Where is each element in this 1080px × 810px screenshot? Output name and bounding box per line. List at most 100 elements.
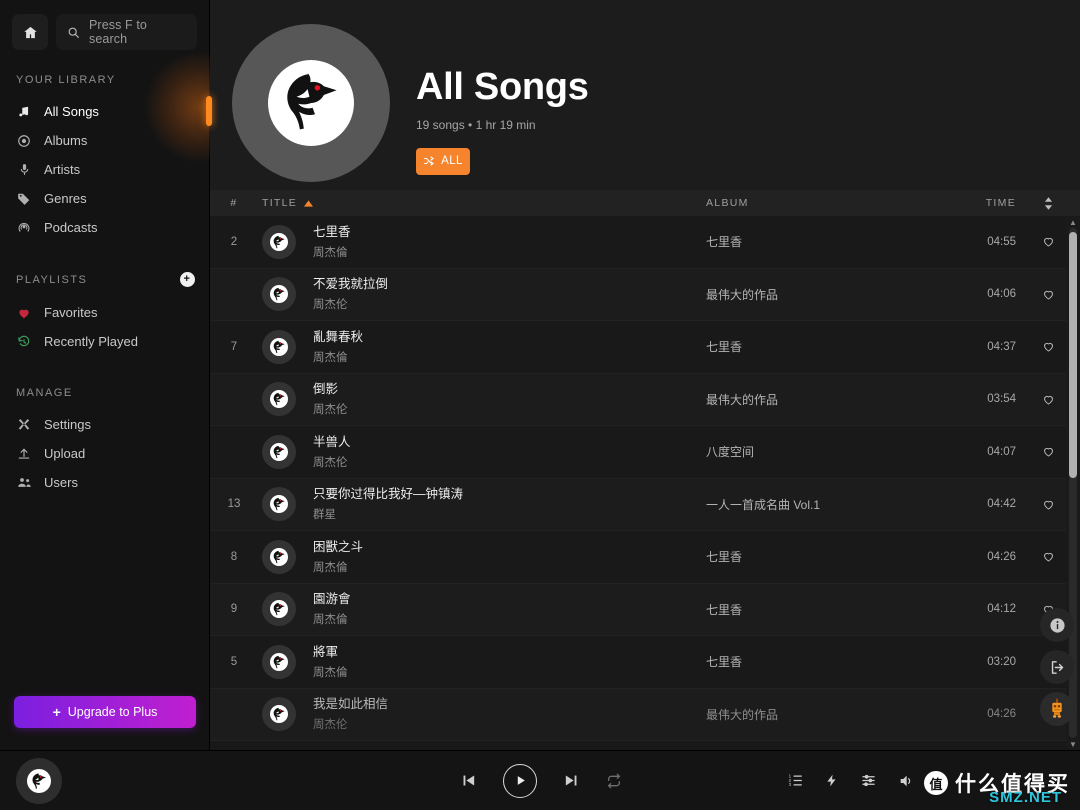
info-button[interactable] bbox=[1040, 608, 1074, 642]
mascot-button[interactable] bbox=[1040, 692, 1074, 726]
table-row[interactable]: 5 將軍 周杰倫 七里香 03:20 bbox=[210, 636, 1080, 689]
song-list[interactable]: 2 七里香 周杰倫 七里香 04:55 不爱我就拉倒 周杰伦 最伟大的作品 04:06 7 亂舞春秋… bbox=[210, 216, 1080, 750]
play-button[interactable] bbox=[503, 763, 537, 798]
disc-icon bbox=[16, 134, 32, 148]
shuffle-icon bbox=[423, 155, 435, 167]
equalizer-icon bbox=[861, 773, 876, 788]
repeat-icon bbox=[606, 773, 622, 789]
song-title: 園游會 bbox=[313, 592, 351, 607]
table-row[interactable]: 半兽人 周杰伦 八度空间 04:07 bbox=[210, 426, 1080, 479]
sidebar-item-users[interactable]: Users bbox=[0, 468, 209, 497]
bird-logo-icon bbox=[270, 232, 288, 251]
sidebar-item-label: Users bbox=[44, 475, 78, 490]
table-row[interactable]: 9 園游會 周杰倫 七里香 04:12 bbox=[210, 583, 1080, 636]
play-icon bbox=[514, 774, 527, 787]
search-input[interactable]: Press F to search bbox=[56, 14, 197, 50]
sidebar-item-genres[interactable]: Genres bbox=[0, 184, 209, 213]
song-artist: 周杰倫 bbox=[313, 561, 348, 574]
heart-outline-icon bbox=[1042, 235, 1055, 248]
sidebar-item-podcasts[interactable]: Podcasts bbox=[0, 213, 209, 242]
home-button[interactable] bbox=[12, 14, 48, 50]
scrollbar-thumb[interactable] bbox=[1069, 232, 1077, 478]
column-header-time[interactable]: TIME bbox=[946, 197, 1016, 209]
manage-nav: Settings Upload Users bbox=[0, 410, 209, 497]
tag-icon bbox=[16, 192, 32, 206]
library-section-label: YOUR LIBRARY bbox=[16, 74, 116, 86]
song-album: 七里香 bbox=[706, 655, 743, 670]
bird-logo-icon bbox=[270, 337, 288, 356]
column-header-title[interactable]: TITLE bbox=[258, 197, 706, 209]
heart-outline-icon bbox=[1042, 393, 1055, 406]
playlists-section-label: PLAYLISTS + bbox=[0, 272, 209, 287]
repeat-button[interactable] bbox=[606, 773, 622, 789]
song-title: 只要你过得比我好—钟镇涛 bbox=[313, 487, 464, 502]
song-duration: 04:06 bbox=[987, 288, 1016, 301]
column-header-number[interactable]: # bbox=[210, 197, 258, 209]
sidebar-resize-handle[interactable] bbox=[206, 96, 212, 126]
row-title-cell: 不爱我就拉倒 周杰伦 bbox=[300, 276, 706, 312]
svg-text:3: 3 bbox=[789, 782, 792, 787]
column-header-album[interactable]: ALBUM bbox=[706, 197, 946, 209]
sidebar-item-favorites[interactable]: Favorites bbox=[0, 298, 209, 327]
robot-mascot-icon bbox=[1047, 698, 1067, 720]
player-utility-controls: 1 2 3 bbox=[788, 773, 914, 789]
row-number: 9 bbox=[230, 603, 238, 616]
table-row[interactable]: 8 困獸之斗 周杰倫 七里香 04:26 bbox=[210, 531, 1080, 584]
bird-logo-icon bbox=[270, 285, 288, 304]
logout-icon bbox=[1049, 659, 1066, 676]
manage-section-label: MANAGE bbox=[16, 387, 73, 399]
info-icon bbox=[1049, 617, 1066, 634]
volume-button[interactable] bbox=[898, 773, 914, 789]
row-title-cell: 半兽人 周杰伦 bbox=[300, 434, 706, 470]
watermark-badge: 值 bbox=[924, 771, 948, 795]
skip-previous-icon bbox=[460, 772, 477, 789]
sidebar-item-all-songs[interactable]: All Songs bbox=[0, 97, 209, 126]
sidebar-item-label: Albums bbox=[44, 133, 88, 148]
table-row[interactable]: 倒影 周杰伦 最伟大的作品 03:54 bbox=[210, 373, 1080, 426]
table-row[interactable]: 13 只要你过得比我好—钟镇涛 群星 一人一首成名曲 Vol.1 04:42 bbox=[210, 478, 1080, 531]
playlist-meta: 19 songs • 1 hr 19 min bbox=[416, 117, 536, 132]
sidebar-item-artists[interactable]: Artists bbox=[0, 155, 209, 184]
sidebar-item-upload[interactable]: Upload bbox=[0, 439, 209, 468]
row-title-cell: 將軍 周杰倫 bbox=[300, 644, 706, 680]
player-bar: 1 2 3 值 什么值得买 SMZ.NET bbox=[0, 750, 1080, 810]
song-title: 倒影 bbox=[313, 382, 339, 397]
scroll-up-arrow[interactable]: ▲ bbox=[1066, 216, 1080, 228]
bird-logo-icon bbox=[270, 600, 288, 619]
next-button[interactable] bbox=[563, 772, 580, 789]
shuffle-all-button[interactable]: ALL bbox=[416, 147, 470, 175]
song-title: 半兽人 bbox=[313, 434, 351, 449]
table-row[interactable]: 2 七里香 周杰倫 七里香 04:55 bbox=[210, 216, 1080, 269]
logout-button[interactable] bbox=[1040, 650, 1074, 684]
table-row[interactable]: 我是如此相信 周杰伦 最伟大的作品 04:26 bbox=[210, 688, 1080, 741]
song-title: 七里香 bbox=[313, 224, 351, 239]
scroll-down-arrow[interactable]: ▼ bbox=[1066, 738, 1080, 750]
search-placeholder: Press F to search bbox=[89, 18, 147, 46]
upgrade-to-plus-button[interactable]: + Upgrade to Plus bbox=[14, 696, 196, 728]
heart-outline-icon bbox=[1042, 288, 1055, 301]
sidebar-item-settings[interactable]: Settings bbox=[0, 410, 209, 439]
now-playing-artwork[interactable] bbox=[16, 757, 62, 804]
bird-logo-icon bbox=[270, 547, 288, 566]
sidebar-item-recently-played[interactable]: Recently Played bbox=[0, 327, 209, 356]
sort-toggle-button[interactable] bbox=[1016, 196, 1080, 210]
boost-button[interactable] bbox=[825, 773, 839, 788]
sidebar-item-albums[interactable]: Albums bbox=[0, 126, 209, 155]
bird-logo-icon bbox=[270, 652, 288, 671]
song-title: 將軍 bbox=[313, 644, 339, 659]
table-row[interactable]: 7 亂舞春秋 周杰倫 七里香 04:37 bbox=[210, 321, 1080, 374]
row-title-cell: 只要你过得比我好—钟镇涛 群星 bbox=[300, 486, 706, 522]
playlists-label-text: PLAYLISTS bbox=[16, 273, 88, 286]
history-icon bbox=[16, 335, 32, 349]
song-title: 困獸之斗 bbox=[313, 539, 364, 554]
add-playlist-button[interactable]: + bbox=[180, 272, 195, 287]
song-duration: 03:20 bbox=[987, 655, 1016, 668]
sidebar-item-label: Podcasts bbox=[44, 220, 98, 235]
skip-next-icon bbox=[563, 772, 580, 789]
queue-button[interactable]: 1 2 3 bbox=[788, 773, 803, 788]
equalizer-button[interactable] bbox=[861, 773, 876, 788]
main-content: All Songs 19 songs • 1 hr 19 min ALL # T… bbox=[210, 0, 1080, 750]
previous-button[interactable] bbox=[460, 772, 477, 789]
table-row[interactable]: 不爱我就拉倒 周杰伦 最伟大的作品 04:06 bbox=[210, 268, 1080, 321]
row-number: 13 bbox=[227, 498, 241, 511]
